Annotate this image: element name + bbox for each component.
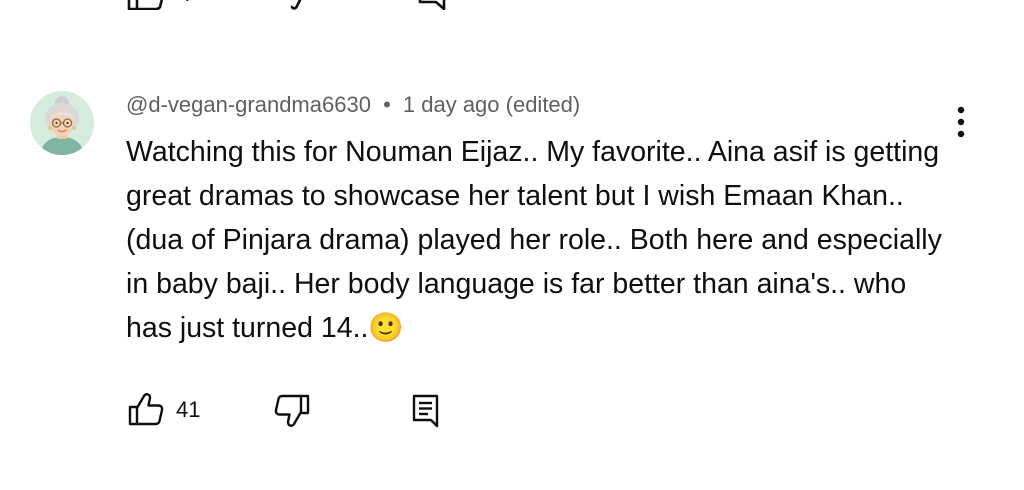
previous-reply-button[interactable] [412,0,452,10]
thumbs-down-icon [274,394,310,427]
previous-comment-actions: 4 [126,0,546,10]
like-button[interactable] [126,390,166,430]
author-handle[interactable]: @d-vegan-grandma6630 [126,92,371,117]
comment-item: @d-vegan-grandma6630 • 1 day ago (edited… [0,88,1024,468]
reply-comment-icon [412,394,439,428]
thumbs-down-icon [290,0,302,10]
reply-button[interactable] [406,390,446,430]
reply-comment-icon [418,0,446,10]
comment-meta: @d-vegan-grandma6630 • 1 day ago (edited… [126,92,580,118]
previous-like-count: 4 [178,0,191,8]
comment-timestamp: 1 day ago (edited) [402,92,581,117]
comment-actions: 41 [126,390,546,430]
previous-like-button[interactable] [126,0,166,10]
avatar[interactable] [30,91,94,155]
dislike-button[interactable] [272,390,312,430]
thumbs-up-icon [127,0,164,10]
thumbs-up-icon [128,393,164,426]
grandma-avatar-icon [30,91,94,155]
like-count: 41 [176,397,201,422]
meta-separator: • [383,92,391,117]
comment-text: Watching this for Nouman Eijaz.. My favo… [126,136,942,344]
previous-dislike-button[interactable] [280,0,320,10]
